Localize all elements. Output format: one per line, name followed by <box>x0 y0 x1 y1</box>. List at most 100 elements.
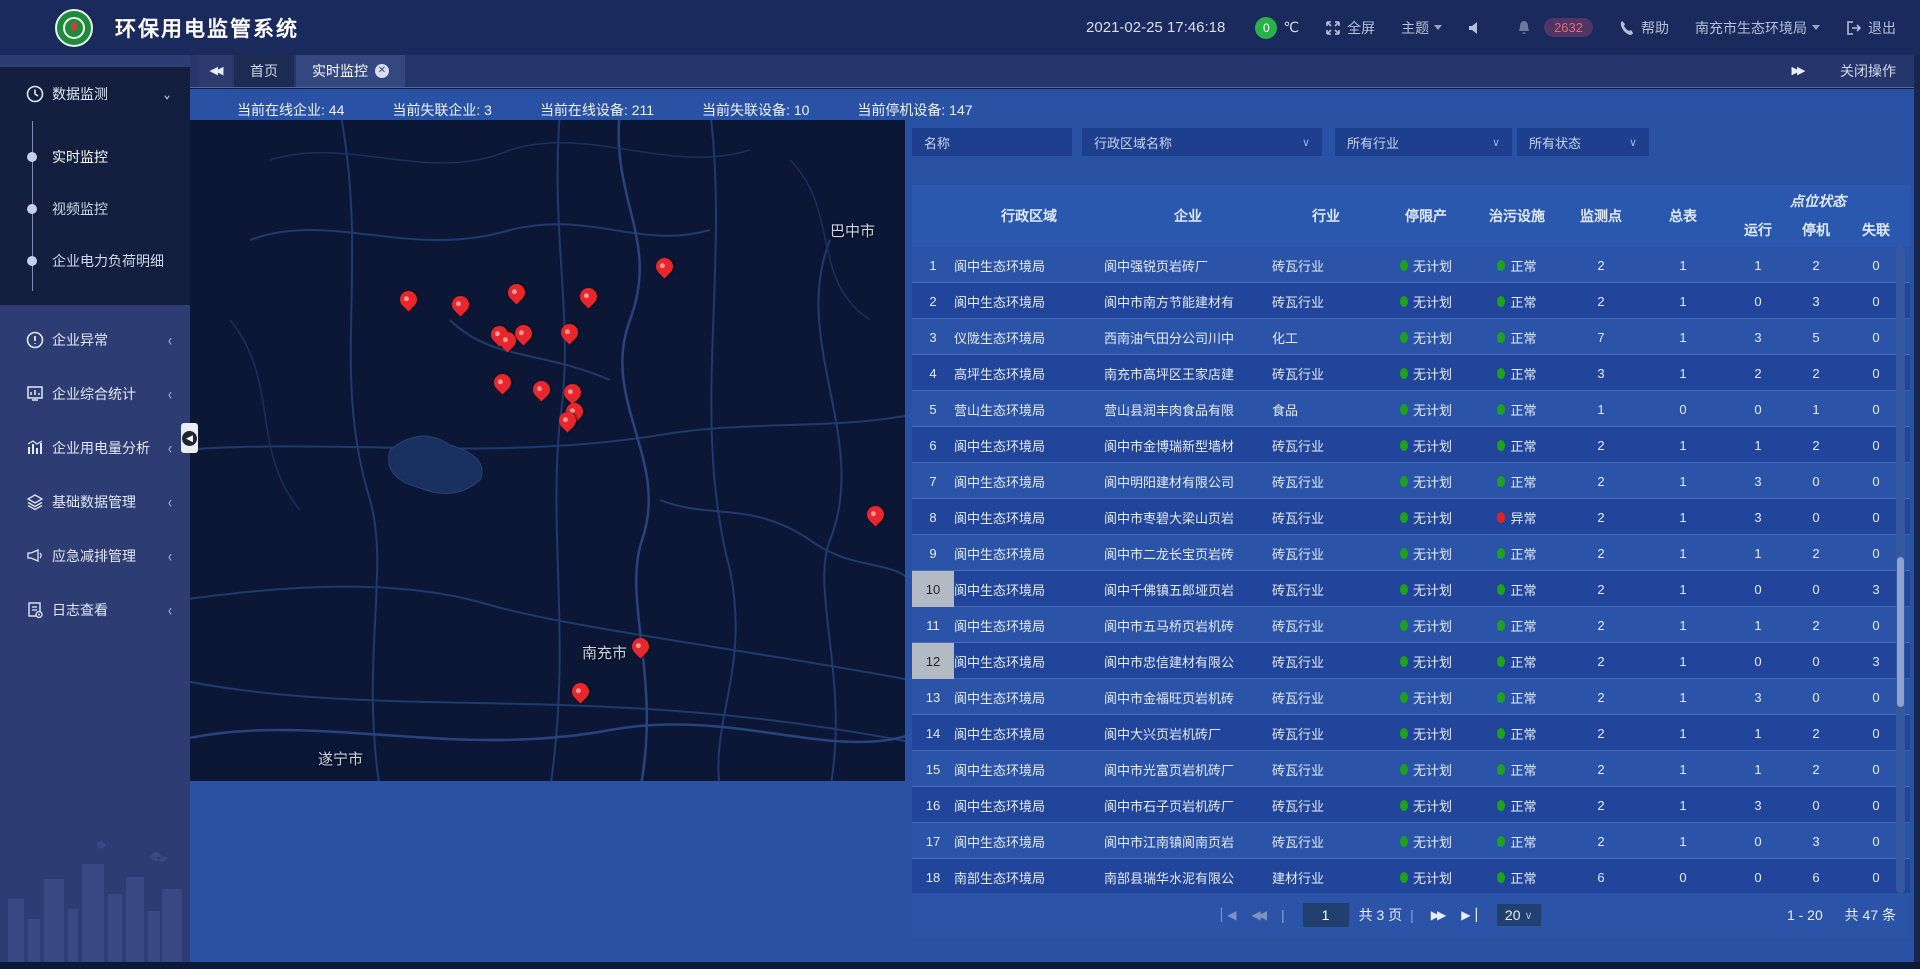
table-row[interactable]: 2阆中生态环境局阆中市南方节能建材有砖瓦行业无计划正常21030 <box>912 283 1910 319</box>
last-page-button[interactable]: ▶▕ <box>1461 908 1473 922</box>
bullet-icon <box>27 152 37 162</box>
help-button[interactable]: 帮助 <box>1619 18 1669 38</box>
app-logo <box>55 9 93 47</box>
map-view[interactable]: 巴中市南充市遂宁市 <box>190 120 905 781</box>
prev-page-button[interactable]: ◀◀ <box>1251 908 1263 922</box>
cell-monitor-count: 2 <box>1562 618 1640 633</box>
close-icon[interactable]: ✕ <box>375 64 389 78</box>
sidebar-nav: 数据监测 ⌄ 实时监控 视频监控 企业电力负荷明细 企业异常 ‹ 企业综合统计 … <box>0 55 190 969</box>
table-row[interactable]: 10阆中生态环境局阆中千佛镇五郎垭页岩砖瓦行业无计划正常21003 <box>912 571 1910 607</box>
row-number: 9 <box>912 535 954 571</box>
status-dot-icon <box>1400 692 1408 703</box>
theme-menu[interactable]: 主题 <box>1401 18 1442 38</box>
cell-total-meter: 0 <box>1640 402 1726 417</box>
cell-facility-status: 正常 <box>1472 436 1562 455</box>
page-number-input[interactable]: 1 <box>1303 903 1349 927</box>
chevron-left-icon: ‹ <box>168 546 172 566</box>
cell-stop-status: 无计划 <box>1380 832 1472 851</box>
sidebar-item-log-view[interactable]: 日志查看 ‹ <box>0 583 190 637</box>
table-row[interactable]: 3仪陇生态环境局西南油气田分公司川中化工无计划正常71350 <box>912 319 1910 355</box>
cell-monitor-count: 2 <box>1562 546 1640 561</box>
table-row[interactable]: 13阆中生态环境局阆中市金福旺页岩机砖砖瓦行业无计划正常21300 <box>912 679 1910 715</box>
chevron-left-icon: ‹ <box>168 438 172 458</box>
next-page-button[interactable]: ▶▶ <box>1431 908 1443 922</box>
status-dot-icon <box>1400 440 1408 451</box>
cell-halted-count: 2 <box>1790 366 1842 381</box>
table-row[interactable]: 9阆中生态环境局阆中市二龙长宝页岩砖砖瓦行业无计划正常21120 <box>912 535 1910 571</box>
tab-realtime-monitoring[interactable]: 实时监控 ✕ <box>296 54 405 87</box>
table-row[interactable]: 5营山生态环境局营山县润丰肉食品有限食品无计划正常10010 <box>912 391 1910 427</box>
close-operations-button[interactable]: 关闭操作 <box>1840 61 1896 81</box>
table-row[interactable]: 1阆中生态环境局阆中强锐页岩砖厂砖瓦行业无计划正常21120 <box>912 247 1910 283</box>
cell-halted-count: 3 <box>1790 294 1842 309</box>
tabs-scroll-right-button[interactable]: ▶▶ <box>1780 54 1814 87</box>
sidebar-item-enterprise-abnormal[interactable]: 企业异常 ‹ <box>0 313 190 367</box>
logout-button[interactable]: 退出 <box>1846 18 1896 38</box>
cell-region: 南部生态环境局 <box>954 868 1104 887</box>
total-info: 共 47 条 <box>1845 907 1896 923</box>
col-header-total: 总表 <box>1640 185 1726 247</box>
chart-icon <box>26 439 44 457</box>
fullscreen-button[interactable]: 全屏 <box>1325 18 1375 38</box>
status-select[interactable]: 所有状态∨ <box>1517 128 1649 156</box>
page-size-select[interactable]: 20∨ <box>1497 904 1541 926</box>
col-header-facility: 治污设施 <box>1472 185 1562 247</box>
cell-total-meter: 1 <box>1640 582 1726 597</box>
cell-monitor-count: 2 <box>1562 726 1640 741</box>
cell-running-count: 3 <box>1726 510 1790 525</box>
cell-region: 营山生态环境局 <box>954 400 1104 419</box>
table-row[interactable]: 6阆中生态环境局阆中市金博瑞新型墙材砖瓦行业无计划正常21120 <box>912 427 1910 463</box>
table-row[interactable]: 4高坪生态环境局南充市高坪区王家店建砖瓦行业无计划正常31220 <box>912 355 1910 391</box>
industry-select[interactable]: 所有行业∨ <box>1335 128 1512 156</box>
cell-monitor-count: 2 <box>1562 834 1640 849</box>
table-row[interactable]: 17阆中生态环境局阆中市江南镇阆南页岩砖瓦行业无计划正常21030 <box>912 823 1910 859</box>
table-row[interactable]: 16阆中生态环境局阆中市石子页岩机砖厂砖瓦行业无计划正常21300 <box>912 787 1910 823</box>
table-row[interactable]: 12阆中生态环境局阆中市忠信建材有限公砖瓦行业无计划正常21003 <box>912 643 1910 679</box>
row-number: 4 <box>912 355 954 391</box>
city-label: 遂宁市 <box>318 748 363 769</box>
sidebar-item-video-monitoring[interactable]: 视频监控 <box>0 183 190 235</box>
tabs-scroll-left-button[interactable]: ◀◀ <box>198 54 232 87</box>
table-row[interactable]: 8阆中生态环境局阆中市枣碧大梁山页岩砖瓦行业无计划异常21300 <box>912 499 1910 535</box>
sound-mute-button[interactable] <box>1468 20 1490 36</box>
sidebar-item-power-load-detail[interactable]: 企业电力负荷明细 <box>0 235 190 287</box>
cell-total-meter: 1 <box>1640 474 1726 489</box>
table-row[interactable]: 14阆中生态环境局阆中大兴页岩机砖厂砖瓦行业无计划正常21120 <box>912 715 1910 751</box>
scrollbar-thumb[interactable] <box>1897 557 1904 707</box>
name-search-input[interactable]: 名称 <box>912 128 1072 156</box>
cell-running-count: 3 <box>1726 474 1790 489</box>
table-row[interactable]: 11阆中生态环境局阆中市五马桥页岩机砖砖瓦行业无计划正常21120 <box>912 607 1910 643</box>
cell-running-count: 1 <box>1726 726 1790 741</box>
chevron-down-icon <box>1434 25 1442 30</box>
table-row[interactable]: 15阆中生态环境局阆中市光富页岩机砖厂砖瓦行业无计划正常21120 <box>912 751 1910 787</box>
cell-industry: 砖瓦行业 <box>1272 724 1380 743</box>
cell-monitor-count: 2 <box>1562 762 1640 777</box>
sidebar-item-realtime-monitoring[interactable]: 实时监控 <box>0 131 190 183</box>
sidebar-item-base-data[interactable]: 基础数据管理 ‹ <box>0 475 190 529</box>
tab-home[interactable]: 首页 <box>234 54 294 87</box>
cell-company: 阆中市光富页岩机砖厂 <box>1104 760 1272 779</box>
status-dot-icon <box>1497 764 1505 775</box>
cell-total-meter: 1 <box>1640 690 1726 705</box>
table-row[interactable]: 18南部生态环境局南部县瑞华水泥有限公建材行业无计划正常60060 <box>912 859 1910 893</box>
sidebar-item-emergency-reduction[interactable]: 应急减排管理 ‹ <box>0 529 190 583</box>
cell-total-meter: 1 <box>1640 258 1726 273</box>
city-label: 南充市 <box>582 642 627 663</box>
cell-running-count: 1 <box>1726 438 1790 453</box>
cell-facility-status: 正常 <box>1472 580 1562 599</box>
cell-industry: 砖瓦行业 <box>1272 256 1380 275</box>
table-scrollbar[interactable] <box>1896 247 1905 893</box>
sidebar-item-enterprise-statistics[interactable]: 企业综合统计 ‹ <box>0 367 190 421</box>
sidebar-item-data-monitoring[interactable]: 数据监测 ⌄ <box>0 67 190 121</box>
org-menu[interactable]: 南充市生态环境局 <box>1695 18 1820 38</box>
status-dot-icon <box>1400 548 1408 559</box>
cell-facility-status: 正常 <box>1472 796 1562 815</box>
table-row[interactable]: 7阆中生态环境局阆中明阳建材有限公司砖瓦行业无计划正常21300 <box>912 463 1910 499</box>
sidebar-collapse-handle[interactable]: ◀ <box>181 423 198 453</box>
cell-running-count: 3 <box>1726 798 1790 813</box>
temperature-unit: ℃ <box>1283 19 1299 36</box>
sidebar-item-power-analysis[interactable]: 企业用电量分析 ‹ <box>0 421 190 475</box>
notification-area[interactable]: 2632 <box>1516 18 1593 37</box>
region-select[interactable]: 行政区域名称∨ <box>1082 128 1322 156</box>
first-page-button[interactable]: ▏◀ <box>1221 908 1233 922</box>
